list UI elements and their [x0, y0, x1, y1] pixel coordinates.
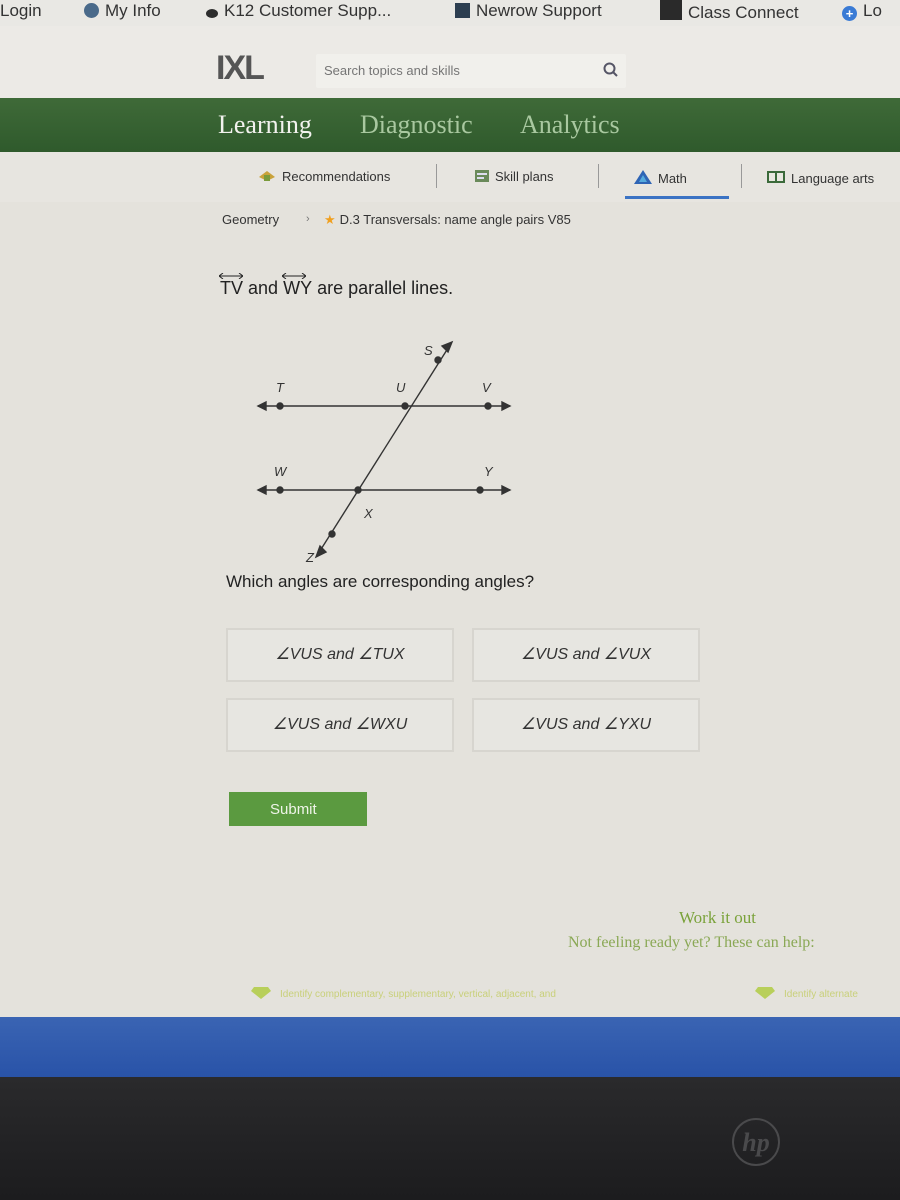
help-link-label: Identify alternate: [784, 989, 858, 1000]
point-y: [476, 486, 484, 494]
bookmark-label: Lo: [863, 1, 882, 20]
line-tv: TV: [219, 273, 244, 299]
line-arrow-icon: [219, 273, 243, 279]
question-prompt: Which angles are corresponding angles?: [226, 572, 535, 591]
subnav-math[interactable]: Math: [633, 169, 687, 186]
label-u: U: [396, 380, 406, 395]
help-link[interactable]: Identify complementary, supplementary, v…: [250, 986, 556, 1000]
logo-text: IXL: [216, 49, 265, 87]
bookmark-login[interactable]: Login: [0, 0, 42, 24]
line-tv-label: TV: [220, 278, 244, 298]
arrowhead: [256, 484, 267, 496]
subnav-label: Recommendations: [282, 169, 391, 184]
answer-choice[interactable]: ∠VUS and ∠VUX: [472, 628, 700, 682]
bookmarks-bar: Login My Info K12 Customer Supp... Newro…: [0, 0, 900, 27]
star-icon: ★: [324, 212, 336, 227]
point-v: [484, 402, 492, 410]
sub-nav: Recommendations Skill plans Math Languag…: [0, 152, 900, 202]
point-w: [276, 486, 284, 494]
search-input[interactable]: [316, 54, 626, 88]
subnav-divider: [598, 164, 599, 188]
label-t: T: [276, 380, 285, 395]
point-u: [401, 402, 409, 410]
search-icon[interactable]: [602, 61, 620, 79]
subnav-skill-plans[interactable]: Skill plans: [474, 169, 554, 184]
bookmark-label: Class Connect: [688, 3, 799, 22]
help-link[interactable]: Identify alternate: [754, 986, 858, 1000]
k12-icon: [206, 9, 218, 18]
bookmark-k12[interactable]: K12 Customer Supp...: [206, 0, 391, 24]
hp-logo: hp: [732, 1118, 780, 1166]
math-icon: [634, 170, 652, 184]
bookmark-newrow[interactable]: Newrow Support: [455, 0, 602, 24]
subnav-divider: [741, 164, 742, 188]
tab-analytics[interactable]: Analytics: [520, 110, 620, 140]
label-x: X: [363, 506, 374, 521]
line-wy-label: WY: [283, 278, 313, 298]
main-nav: Learning Diagnostic Analytics: [0, 98, 900, 152]
ixl-header: IXL: [0, 26, 900, 98]
label-s: S: [424, 343, 433, 358]
language-arts-icon: [767, 171, 785, 183]
recommendations-icon: [259, 171, 275, 181]
arrowhead: [501, 484, 512, 496]
line-wy: WY: [282, 273, 313, 299]
help-subtitle: Not feeling ready yet? These can help:: [568, 934, 815, 951]
bookmark-class-connect[interactable]: Class Connect: [660, 0, 799, 24]
arrowhead: [501, 400, 512, 412]
skill-name: D.3 Transversals: name angle pairs V85: [339, 212, 571, 227]
label-v: V: [482, 380, 492, 395]
breadcrumb-separator: ›: [306, 213, 310, 225]
point-z: [328, 530, 336, 538]
transversal-figure: S T U V W X Y Z: [256, 340, 512, 565]
breadcrumb-skill: ★ D.3 Transversals: name angle pairs V85: [324, 212, 571, 228]
bookmark-label: Newrow Support: [476, 1, 602, 20]
gem-icon: [755, 987, 775, 999]
class-connect-icon: [660, 0, 682, 20]
subnav-language-arts[interactable]: Language arts: [766, 169, 874, 186]
help-link-label: Identify complementary, supplementary, v…: [280, 989, 556, 1000]
answer-choice[interactable]: ∠VUS and ∠WXU: [226, 698, 454, 752]
ixl-logo[interactable]: IXL: [216, 49, 265, 87]
point-t: [276, 402, 284, 410]
tab-diagnostic[interactable]: Diagnostic: [360, 110, 473, 140]
question-statement: TV and WY are parallel lines.: [219, 273, 454, 299]
breadcrumb-subject[interactable]: Geometry: [222, 212, 279, 227]
work-it-out-heading: Work it out: [679, 908, 757, 927]
subnav-label: Language arts: [791, 171, 875, 186]
bookmark-lo[interactable]: + Lo: [842, 0, 882, 24]
arrowhead: [440, 340, 454, 354]
bookmark-my-info[interactable]: My Info: [84, 0, 161, 24]
newrow-icon: [455, 3, 470, 18]
subnav-label: Math: [658, 171, 687, 186]
subnav-divider: [436, 164, 437, 188]
line-arrow-icon: [282, 273, 307, 279]
transversal-line: [317, 344, 451, 555]
subnav-recommendations[interactable]: Recommendations: [257, 169, 390, 184]
submit-button[interactable]: Submit: [229, 792, 367, 826]
gem-icon: [251, 987, 271, 999]
active-subnav-indicator: [625, 196, 729, 199]
label-z: Z: [305, 550, 315, 565]
bookmark-label: Login: [0, 1, 42, 20]
site-icon: [84, 3, 99, 18]
plus-icon: +: [842, 6, 857, 21]
point-x: [354, 486, 362, 494]
bookmark-label: My Info: [105, 1, 161, 20]
label-w: W: [274, 464, 288, 479]
answer-choice[interactable]: ∠VUS and ∠TUX: [226, 628, 454, 682]
answer-choice[interactable]: ∠VUS and ∠YXU: [472, 698, 700, 752]
taskbar: [0, 1017, 900, 1077]
arrowhead: [256, 400, 267, 412]
skill-plans-icon: [475, 170, 489, 182]
question-rest: are parallel lines.: [317, 278, 454, 298]
question-and: and: [248, 278, 279, 298]
arrowhead: [314, 544, 328, 559]
tab-learning[interactable]: Learning: [218, 110, 312, 140]
label-y: Y: [484, 464, 494, 479]
subnav-label: Skill plans: [495, 169, 554, 184]
point-s: [434, 356, 442, 364]
bookmark-label: K12 Customer Supp...: [224, 1, 392, 20]
